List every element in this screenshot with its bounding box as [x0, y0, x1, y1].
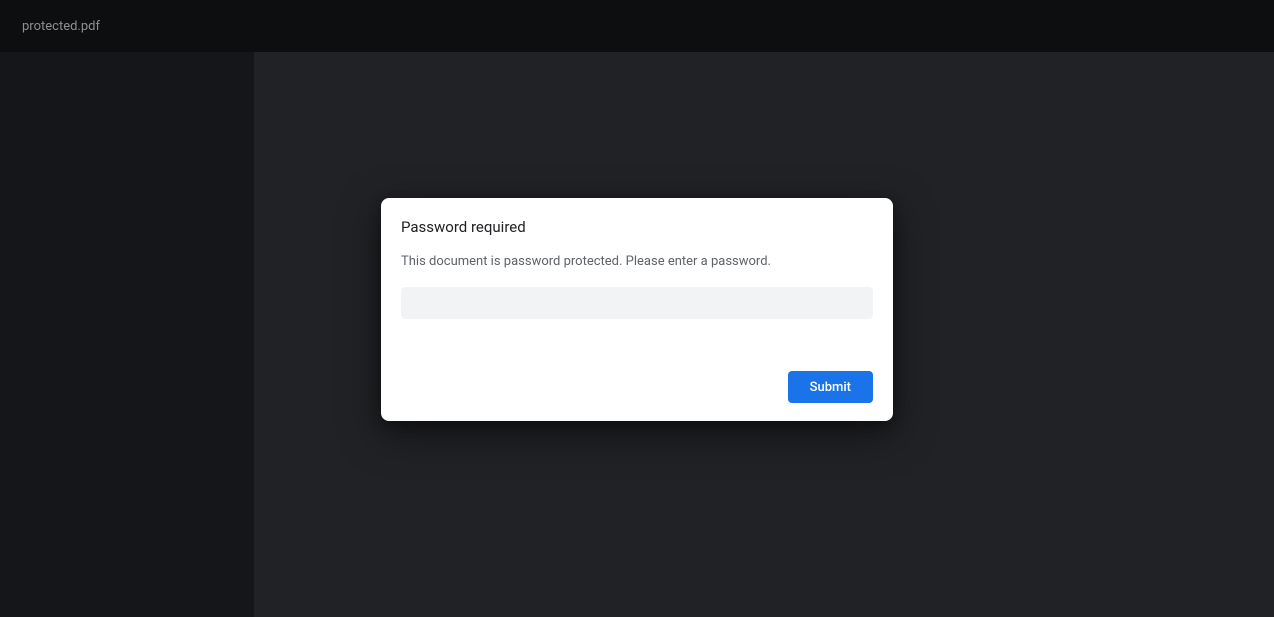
password-dialog: Password required This document is passw… [381, 198, 893, 421]
document-title: protected.pdf [22, 19, 100, 34]
submit-button[interactable]: Submit [788, 371, 873, 403]
topbar: protected.pdf [0, 0, 1274, 52]
dialog-message: This document is password protected. Ple… [401, 254, 873, 269]
password-input[interactable] [401, 287, 873, 319]
dialog-actions: Submit [401, 371, 873, 403]
dialog-title: Password required [401, 218, 873, 236]
sidebar-panel [0, 52, 254, 617]
